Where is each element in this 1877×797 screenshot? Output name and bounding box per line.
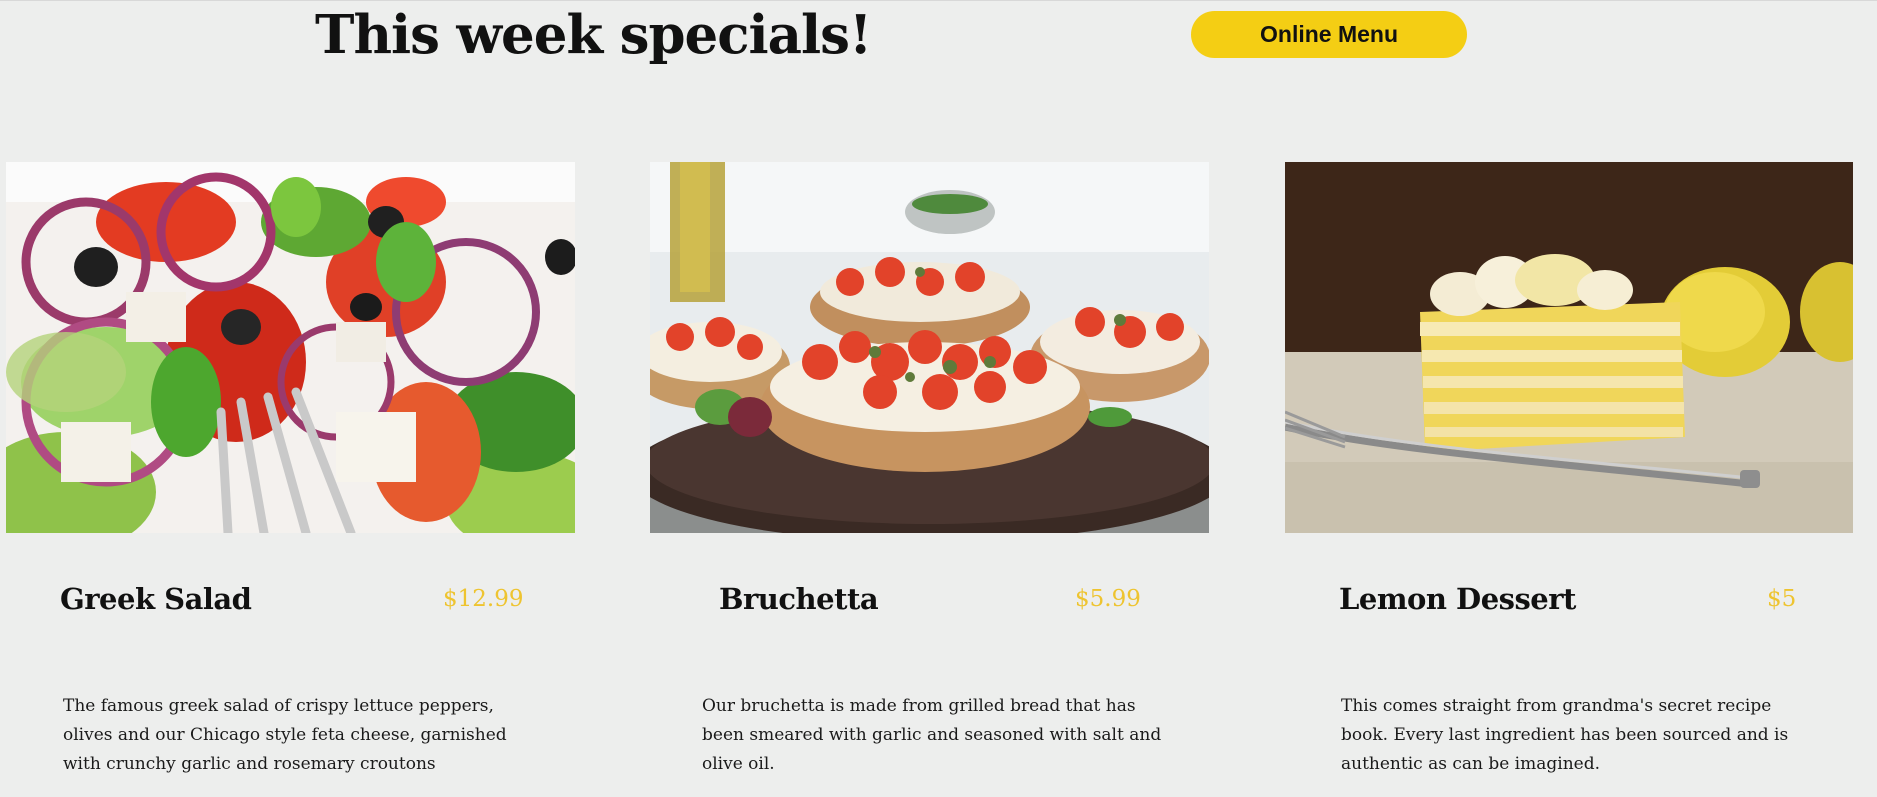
special-price: $12.99 xyxy=(443,586,524,612)
special-name: Lemon Dessert xyxy=(1339,582,1576,616)
special-price: $5.99 xyxy=(1075,586,1141,612)
special-description: Our bruchetta is made from grilled bread… xyxy=(702,696,1162,774)
page-title: This week specials! xyxy=(315,4,872,66)
online-menu-button[interactable]: Online Menu xyxy=(1191,11,1467,58)
bruchetta-image xyxy=(650,162,1209,533)
lemon-dessert-image xyxy=(1285,162,1853,533)
special-description: This comes straight from grandma's secre… xyxy=(1341,696,1789,774)
special-description: The famous greek salad of crispy lettuce… xyxy=(63,696,507,774)
special-name: Greek Salad xyxy=(60,582,252,616)
special-price: $5 xyxy=(1767,586,1797,612)
greek-salad-image xyxy=(6,162,575,533)
special-name: Bruchetta xyxy=(719,582,879,616)
